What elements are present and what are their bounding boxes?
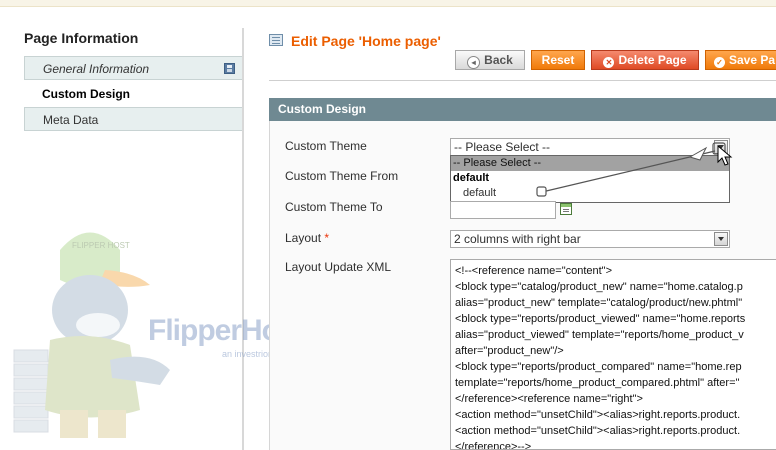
xml-line: <action method="unsetChild"><alias>right… <box>455 409 741 421</box>
custom-theme-label: Custom Theme <box>285 139 367 153</box>
page-edit-icon <box>269 34 283 46</box>
xml-line: <block type="catalog/product_new" name="… <box>455 281 743 293</box>
header-divider <box>269 80 776 81</box>
delete-button-label: Delete Page <box>618 53 687 67</box>
back-button[interactable]: ◂ Back <box>455 50 525 70</box>
save-page-button[interactable]: ✓ Save Pa <box>705 50 776 70</box>
floppy-disk-icon <box>224 63 235 74</box>
tab-label: Custom Design <box>42 87 131 101</box>
tab-label: Meta Data <box>43 113 99 127</box>
layout-label-text: Layout <box>285 231 322 245</box>
layout-update-xml-textarea[interactable]: <!--<reference name="content"> <block typ… <box>450 259 776 450</box>
tab-general-information[interactable]: General Information <box>24 56 243 80</box>
xml-line: alias="product_new" template="catalog/pr… <box>455 297 743 309</box>
required-mark: * <box>324 231 330 245</box>
back-arrow-icon: ◂ <box>467 56 481 69</box>
page-title: Edit Page 'Home page' <box>291 33 441 49</box>
xml-line: after="product_new"/> <box>455 345 564 357</box>
chevron-down-icon[interactable] <box>714 232 728 246</box>
layout-value: 2 columns with right bar <box>454 232 581 246</box>
reset-button[interactable]: Reset <box>531 50 585 70</box>
xml-line: </reference><reference name="right"> <box>455 393 643 405</box>
xml-line: template="reports/home_product_compared.… <box>455 377 740 389</box>
layout-label: Layout * <box>285 231 329 245</box>
tab-meta-data[interactable]: Meta Data <box>24 107 243 131</box>
layout-select[interactable]: 2 columns with right bar <box>450 230 730 248</box>
mascot-cap-text: FLIPPER HOST <box>72 241 130 250</box>
back-button-label: Back <box>484 53 513 67</box>
sidebar-title: Page Information <box>24 30 139 46</box>
xml-line: <!--<reference name="content"> <box>455 265 613 277</box>
custom-theme-to-label: Custom Theme To <box>285 200 383 214</box>
annotation-arrow <box>536 142 726 197</box>
reset-button-label: Reset <box>541 53 575 67</box>
custom-theme-from-label: Custom Theme From <box>285 169 399 183</box>
section-header: Custom Design <box>269 98 776 121</box>
xml-line: </reference>--> <box>455 441 532 450</box>
xml-line: <block type="reports/product_compared" n… <box>455 361 742 373</box>
delete-page-button[interactable]: ✕ Delete Page <box>591 50 699 70</box>
mouse-pointer-icon <box>717 145 733 166</box>
delete-x-icon: ✕ <box>603 57 615 68</box>
check-icon: ✓ <box>714 57 725 68</box>
xml-line: alias="product_viewed" template="reports… <box>455 329 744 341</box>
tab-label: General Information <box>43 62 150 76</box>
custom-theme-to-input[interactable] <box>450 201 556 219</box>
calendar-icon[interactable] <box>560 203 572 215</box>
xml-line: <action method="unsetChild"><alias>right… <box>455 425 741 437</box>
layout-update-xml-label: Layout Update XML <box>285 260 392 274</box>
tab-custom-design[interactable]: Custom Design <box>24 82 243 106</box>
save-button-label: Save Pa <box>729 53 776 67</box>
xml-line: <block type="reports/product_viewed" nam… <box>455 313 746 325</box>
